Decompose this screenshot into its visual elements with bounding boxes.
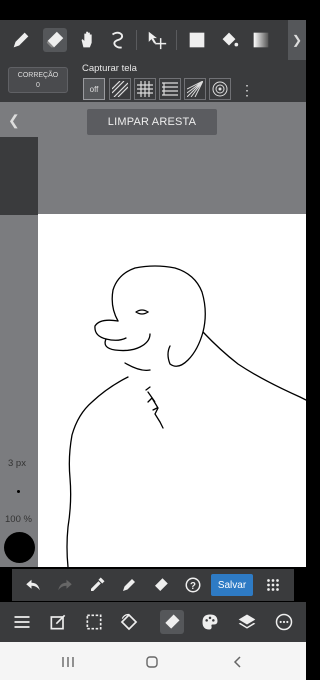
undo-icon[interactable]: [22, 574, 44, 596]
fill-rect-icon[interactable]: [185, 28, 209, 52]
grid-menu-icon[interactable]: [262, 574, 284, 596]
snap-bar: CORREÇÃO 0 Capturar tela off ⋮: [0, 60, 306, 102]
brush-preview-dot: [17, 490, 20, 493]
help-icon[interactable]: ?: [182, 574, 204, 596]
redo-icon[interactable]: [54, 574, 76, 596]
toolbar-expand-icon[interactable]: ❯: [288, 20, 306, 60]
bottom-toolbar: [0, 602, 306, 642]
correction-title: CORREÇÃO: [17, 72, 59, 79]
menu-icon[interactable]: [10, 610, 34, 634]
rotate-canvas-icon[interactable]: [117, 610, 141, 634]
opacity-label: 100 %: [5, 514, 32, 525]
bucket-icon[interactable]: [217, 28, 241, 52]
snap-focal-line-icon[interactable]: [159, 78, 181, 100]
quick-eraser-icon[interactable]: [150, 574, 172, 596]
snap-grid-icon[interactable]: [134, 78, 156, 100]
more-options-icon[interactable]: [272, 610, 296, 634]
home-icon[interactable]: [142, 652, 162, 672]
snap-radial-icon[interactable]: [184, 78, 206, 100]
correction-button[interactable]: CORREÇÃO 0: [8, 67, 68, 93]
snap-menu-icon[interactable]: ⋮: [240, 80, 254, 100]
gradient-icon[interactable]: [249, 28, 273, 52]
tool-toolbar: ❯: [0, 20, 306, 60]
snap-parallel-icon[interactable]: [109, 78, 131, 100]
canvas-area[interactable]: ❮ LIMPAR ARESTA 3 px 100 %: [0, 102, 306, 567]
system-nav-bar: [0, 642, 306, 680]
current-tool-eraser-icon[interactable]: [160, 610, 184, 634]
pen-icon[interactable]: [9, 28, 33, 52]
snap-off-button[interactable]: off: [83, 78, 105, 100]
snap-concentric-icon[interactable]: [209, 78, 231, 100]
save-button[interactable]: Salvar: [211, 574, 253, 596]
move-icon[interactable]: [145, 28, 169, 52]
eyedropper-icon[interactable]: [86, 574, 108, 596]
brush-size-label: 3 px: [8, 458, 26, 469]
hand-icon[interactable]: [76, 28, 100, 52]
color-swatch[interactable]: [4, 532, 35, 563]
lasso-icon[interactable]: [106, 28, 130, 52]
recent-apps-icon[interactable]: [58, 652, 78, 672]
eraser-icon[interactable]: [43, 28, 67, 52]
line-art-drawing: [66, 265, 306, 567]
snap-label: Capturar tela: [82, 63, 137, 74]
quick-action-bar: ? Salvar: [12, 569, 294, 601]
snap-off-label: off: [89, 84, 99, 94]
selection-icon[interactable]: [82, 610, 106, 634]
back-nav-icon[interactable]: [228, 652, 248, 672]
palette-icon[interactable]: [198, 610, 222, 634]
svg-text:?: ?: [190, 581, 196, 592]
quick-pen-icon[interactable]: [118, 574, 140, 596]
edit-icon[interactable]: [46, 610, 70, 634]
layers-icon[interactable]: [235, 610, 259, 634]
correction-value: 0: [36, 82, 40, 89]
status-bar: [0, 0, 306, 20]
